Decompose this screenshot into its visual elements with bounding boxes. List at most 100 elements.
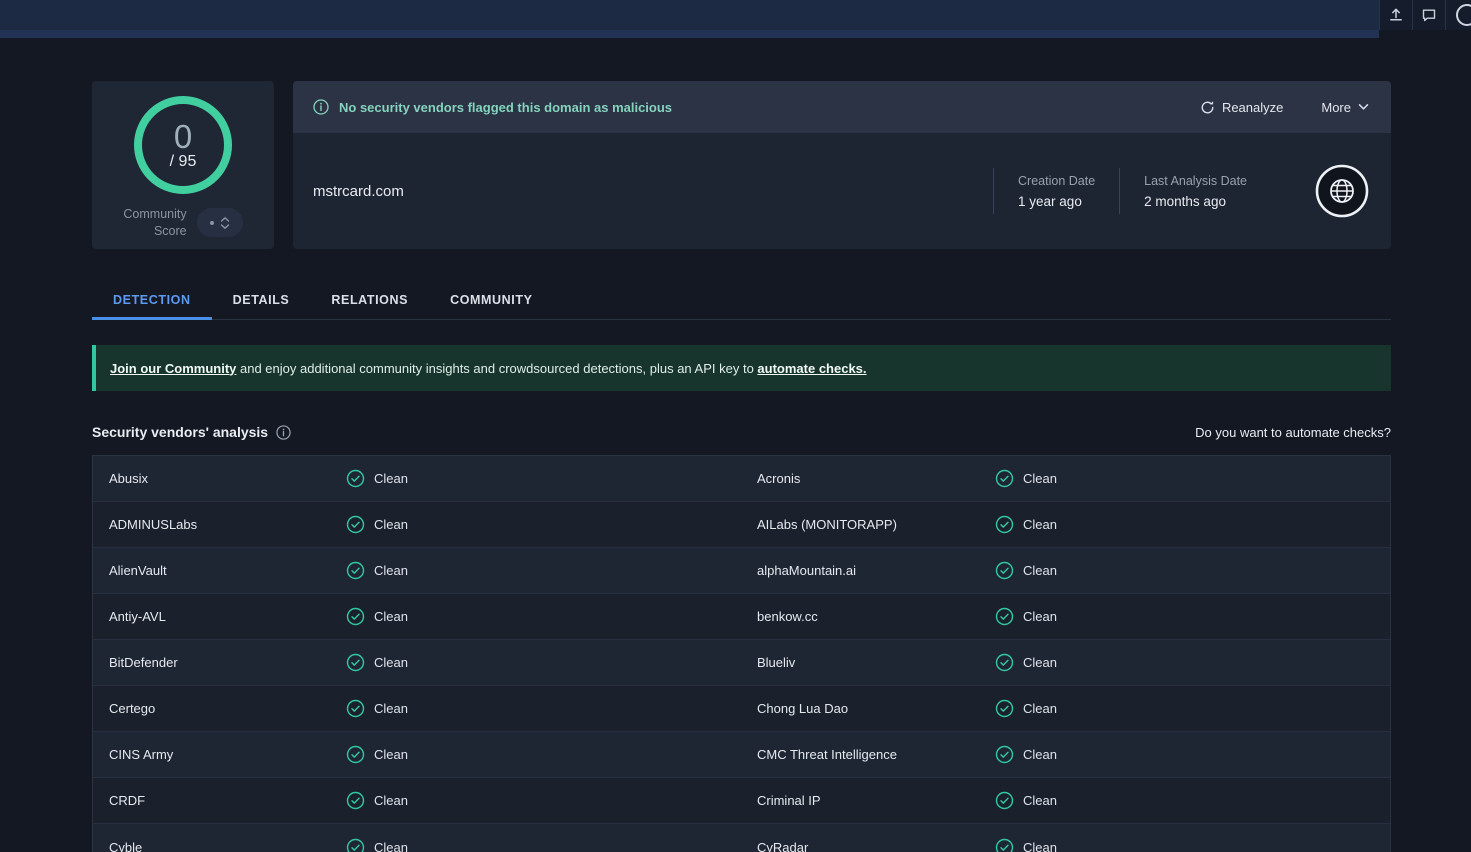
vendor-name: Blueliv (757, 655, 995, 670)
status-label: Clean (1023, 655, 1057, 670)
vendor-name: CRDF (109, 793, 346, 808)
page-content: 0 / 95 Community Score (92, 38, 1391, 852)
vendor-status: Clean (995, 515, 1390, 534)
vendor-name: Cyble (109, 840, 346, 852)
vendor-status: Clean (995, 607, 1390, 626)
clean-check-icon (346, 653, 365, 672)
vendor-name: alphaMountain.ai (757, 563, 995, 578)
status-label: Clean (374, 793, 408, 808)
vendor-name: CMC Threat Intelligence (757, 747, 995, 762)
table-row: Antiy-AVL Clean benkow.cc Clean (93, 594, 1390, 640)
vendor-table: Abusix Clean Acronis Clean ADMINUSLabs C… (92, 455, 1391, 852)
clean-check-icon (346, 607, 365, 626)
report-header: 0 / 95 Community Score (92, 81, 1391, 249)
table-row: Cyble Clean CyRadar Clean (93, 824, 1390, 852)
vendor-status: Clean (995, 653, 1390, 672)
vendor-name: CINS Army (109, 747, 346, 762)
user-avatar-button[interactable] (1445, 0, 1471, 30)
domain-info-section: mstrcard.com Creation Date 1 year ago La… (293, 133, 1391, 249)
status-label: Clean (374, 840, 408, 852)
vote-widget[interactable] (197, 208, 243, 237)
comment-icon (1421, 7, 1437, 23)
vendor-status: Clean (995, 561, 1390, 580)
clean-check-icon (995, 745, 1014, 764)
last-analysis-block: Last Analysis Date 2 months ago (1119, 168, 1271, 214)
detections-count: 0 (174, 120, 192, 153)
clean-check-icon (346, 515, 365, 534)
vendor-status: Clean (995, 791, 1390, 810)
automate-checks-link[interactable]: automate checks. (757, 361, 866, 376)
vote-dot-icon (210, 221, 214, 225)
clean-check-icon (995, 791, 1014, 810)
more-menu-button[interactable]: More (1321, 100, 1369, 115)
status-label: Clean (374, 517, 408, 532)
domain-globe-icon (1315, 164, 1369, 218)
table-row: Certego Clean Chong Lua Dao Clean (93, 686, 1390, 732)
status-label: Clean (1023, 471, 1057, 486)
status-label: Clean (374, 655, 408, 670)
clean-check-icon (995, 838, 1014, 852)
status-label: Clean (1023, 840, 1057, 852)
community-score-card: 0 / 95 Community Score (92, 81, 274, 249)
vendor-name: AILabs (MONITORAPP) (757, 517, 995, 532)
table-row: CRDF Clean Criminal IP Clean (93, 778, 1390, 824)
avatar (1456, 4, 1471, 26)
upload-button[interactable] (1379, 0, 1412, 30)
vendor-status: Clean (995, 745, 1390, 764)
vendor-status: Clean (995, 838, 1390, 852)
clean-check-icon (995, 561, 1014, 580)
vendor-status: Clean (995, 469, 1390, 488)
comment-button[interactable] (1412, 0, 1445, 30)
domain-name: mstrcard.com (313, 183, 993, 200)
vendor-name: Certego (109, 701, 346, 716)
table-row: ADMINUSLabs Clean AILabs (MONITORAPP) Cl… (93, 502, 1390, 548)
clean-check-icon (995, 469, 1014, 488)
table-row: Abusix Clean Acronis Clean (93, 456, 1390, 502)
tab-relations[interactable]: RELATIONS (310, 283, 429, 320)
status-label: Clean (374, 471, 408, 486)
clean-check-icon (995, 515, 1014, 534)
topbar-accent-strip (0, 30, 1379, 38)
creation-date-value: 1 year ago (1018, 194, 1095, 209)
vendor-name: BitDefender (109, 655, 346, 670)
detections-total: / 95 (170, 153, 197, 171)
community-score-meta: Community Score (123, 206, 242, 240)
verdict-message: No security vendors flagged this domain … (339, 100, 672, 115)
community-score-label: Community Score (123, 206, 186, 240)
tab-community[interactable]: COMMUNITY (429, 283, 553, 320)
vendor-name: ADMINUSLabs (109, 517, 346, 532)
analysis-title: Security vendors' analysis (92, 424, 291, 440)
vendor-status: Clean (346, 515, 757, 534)
vendor-status: Clean (346, 653, 757, 672)
vendor-status: Clean (346, 791, 757, 810)
vendor-name: Abusix (109, 471, 346, 486)
clean-check-icon (346, 838, 365, 852)
vendor-name: Antiy-AVL (109, 609, 346, 624)
vendor-status: Clean (346, 838, 757, 852)
clean-check-icon (346, 791, 365, 810)
status-label: Clean (1023, 609, 1057, 624)
last-analysis-value: 2 months ago (1144, 194, 1247, 209)
verdict-bar: No security vendors flagged this domain … (293, 81, 1391, 133)
analysis-header: Security vendors' analysis Do you want t… (92, 413, 1391, 451)
info-icon[interactable] (276, 425, 291, 440)
tab-detection[interactable]: DETECTION (92, 283, 212, 320)
clean-check-icon (346, 745, 365, 764)
status-label: Clean (374, 563, 408, 578)
tab-details[interactable]: DETAILS (212, 283, 311, 320)
vendor-name: Criminal IP (757, 793, 995, 808)
status-label: Clean (1023, 793, 1057, 808)
vendor-status: Clean (346, 561, 757, 580)
clean-check-icon (346, 469, 365, 488)
reanalyze-button[interactable]: Reanalyze (1200, 100, 1283, 115)
vendor-name: Chong Lua Dao (757, 701, 995, 716)
status-label: Clean (374, 701, 408, 716)
status-label: Clean (1023, 747, 1057, 762)
status-label: Clean (1023, 517, 1057, 532)
creation-date-block: Creation Date 1 year ago (993, 168, 1119, 214)
automate-checks-question[interactable]: Do you want to automate checks? (1195, 425, 1391, 440)
join-community-link[interactable]: Join our Community (110, 361, 236, 376)
clean-check-icon (995, 653, 1014, 672)
refresh-icon (1200, 100, 1215, 115)
detection-score-ring: 0 / 95 (134, 96, 232, 194)
